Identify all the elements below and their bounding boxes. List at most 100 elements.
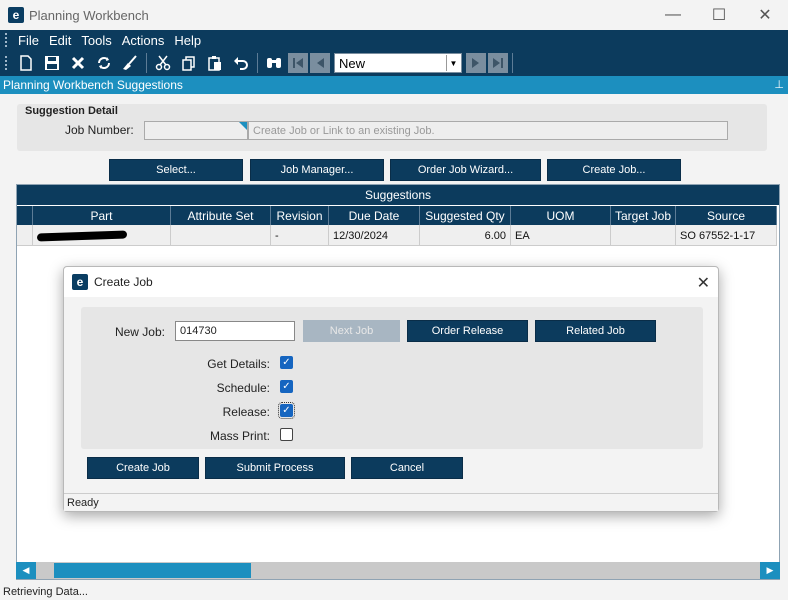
submit-process-button[interactable]: Submit Process bbox=[205, 457, 345, 479]
horizontal-scrollbar[interactable]: ◀ ▶ bbox=[16, 562, 780, 579]
menu-actions[interactable]: Actions bbox=[117, 33, 170, 48]
menu-bar: File Edit Tools Actions Help bbox=[0, 30, 788, 50]
job-manager-button[interactable]: Job Manager... bbox=[250, 159, 384, 181]
dialog-body: New Job: 014730 Next Job Order Release R… bbox=[64, 297, 718, 493]
maximize-button[interactable]: ☐ bbox=[696, 0, 742, 30]
cell-uom[interactable]: EA bbox=[511, 225, 611, 246]
get-details-checkbox[interactable]: ✓ bbox=[280, 356, 293, 369]
new-job-label: New Job: bbox=[114, 325, 165, 339]
column-header-target-job[interactable]: Target Job bbox=[611, 206, 676, 225]
cell-due-date[interactable]: 12/30/2024 bbox=[329, 225, 420, 246]
grid-header: Part Attribute Set Revision Due Date Sug… bbox=[17, 206, 777, 225]
dialog-status-text: Ready bbox=[67, 496, 99, 509]
panel-caption: Planning Workbench Suggestions ⊥ bbox=[0, 76, 788, 94]
close-button[interactable]: ✕ bbox=[742, 0, 788, 30]
job-number-input[interactable] bbox=[144, 121, 248, 140]
panel-caption-text: Planning Workbench Suggestions bbox=[3, 78, 183, 92]
record-select-value: New bbox=[339, 55, 366, 71]
delete-icon[interactable] bbox=[67, 52, 89, 74]
refresh-icon[interactable] bbox=[93, 52, 115, 74]
related-job-button[interactable]: Related Job bbox=[535, 320, 656, 342]
cell-suggested-qty[interactable]: 6.00 bbox=[420, 225, 511, 246]
record-select[interactable]: New ▼ bbox=[334, 53, 462, 73]
minimize-button[interactable]: — bbox=[650, 0, 696, 30]
title-bar: e Planning Workbench — ☐ ✕ bbox=[0, 0, 788, 30]
toolbar-separator bbox=[512, 53, 513, 73]
new-icon[interactable] bbox=[15, 52, 37, 74]
cell-revision[interactable]: - bbox=[271, 225, 329, 246]
dialog-status-bar: Ready bbox=[64, 493, 718, 511]
column-header-revision[interactable]: Revision bbox=[271, 206, 329, 225]
undo-icon[interactable] bbox=[230, 52, 252, 74]
redacted-part bbox=[36, 229, 128, 242]
next-record-icon[interactable] bbox=[466, 53, 486, 73]
status-bar: Retrieving Data... bbox=[0, 584, 788, 600]
new-job-input[interactable]: 014730 bbox=[175, 321, 295, 341]
release-checkbox[interactable]: ✓ bbox=[278, 402, 295, 419]
cell-target-job[interactable] bbox=[611, 225, 676, 246]
mass-print-checkbox[interactable] bbox=[280, 428, 293, 441]
cancel-button[interactable]: Cancel bbox=[351, 457, 463, 479]
pin-icon[interactable]: ⊥ bbox=[774, 78, 784, 91]
toolbar-grip bbox=[5, 56, 9, 70]
menu-help[interactable]: Help bbox=[169, 33, 206, 48]
select-button[interactable]: Select... bbox=[109, 159, 243, 181]
table-row[interactable]: - 12/30/2024 6.00 EA SO 67552-1-17 bbox=[17, 225, 777, 246]
chevron-down-icon[interactable]: ▼ bbox=[446, 55, 460, 71]
order-release-button[interactable]: Order Release bbox=[407, 320, 528, 342]
last-record-icon[interactable] bbox=[488, 53, 508, 73]
previous-record-icon[interactable] bbox=[310, 53, 330, 73]
suggestion-detail-group: Suggestion Detail Job Number: Create Job… bbox=[17, 104, 767, 151]
toolbar-separator bbox=[257, 53, 258, 73]
create-job-button[interactable]: Create Job... bbox=[547, 159, 681, 181]
search-icon[interactable] bbox=[263, 52, 285, 74]
scroll-right-icon[interactable]: ▶ bbox=[760, 562, 780, 579]
scroll-left-icon[interactable]: ◀ bbox=[16, 562, 36, 579]
column-header-uom[interactable]: UOM bbox=[511, 206, 611, 225]
menu-file[interactable]: File bbox=[13, 33, 44, 48]
suggestion-detail-heading: Suggestion Detail bbox=[25, 105, 118, 117]
column-header-source[interactable]: Source bbox=[676, 206, 777, 225]
dialog-title-bar: e Create Job ✕ bbox=[64, 267, 718, 297]
create-job-dialog: e Create Job ✕ New Job: 014730 Next Job … bbox=[63, 266, 719, 512]
order-job-wizard-button[interactable]: Order Job Wizard... bbox=[390, 159, 541, 181]
get-details-label: Get Details: bbox=[207, 357, 270, 371]
schedule-checkbox[interactable]: ✓ bbox=[280, 380, 293, 393]
cell-part[interactable] bbox=[33, 225, 171, 246]
mass-print-label: Mass Print: bbox=[209, 429, 270, 443]
status-text: Retrieving Data... bbox=[3, 586, 88, 598]
scrollbar-thumb[interactable] bbox=[54, 563, 251, 578]
dialog-close-icon[interactable]: ✕ bbox=[697, 273, 710, 293]
menu-edit[interactable]: Edit bbox=[44, 33, 76, 48]
job-link-field[interactable]: Create Job or Link to an existing Job. bbox=[248, 121, 728, 140]
column-header-due-date[interactable]: Due Date bbox=[329, 206, 420, 225]
column-header-part[interactable]: Part bbox=[33, 206, 171, 225]
release-label: Release: bbox=[222, 405, 270, 419]
window-title: Planning Workbench bbox=[29, 7, 149, 23]
grid-title: Suggestions bbox=[17, 185, 779, 205]
column-header-suggested-qty[interactable]: Suggested Qty bbox=[420, 206, 511, 225]
app-logo-icon: e bbox=[8, 7, 24, 23]
required-marker bbox=[239, 122, 247, 130]
copy-icon[interactable] bbox=[178, 52, 200, 74]
dialog-options-group: New Job: 014730 Next Job Order Release R… bbox=[81, 307, 703, 449]
column-header-attribute-set[interactable]: Attribute Set bbox=[171, 206, 271, 225]
cell-attribute-set[interactable] bbox=[171, 225, 271, 246]
row-selector-header bbox=[17, 206, 33, 225]
save-icon[interactable] bbox=[41, 52, 63, 74]
row-selector[interactable] bbox=[17, 225, 33, 246]
first-record-icon[interactable] bbox=[288, 53, 308, 73]
cut-icon[interactable] bbox=[152, 52, 174, 74]
next-job-button[interactable]: Next Job bbox=[303, 320, 400, 342]
clear-icon[interactable] bbox=[119, 52, 141, 74]
dialog-title: Create Job bbox=[94, 275, 153, 289]
app-logo-icon: e bbox=[72, 274, 88, 290]
menu-grip bbox=[5, 33, 9, 47]
schedule-label: Schedule: bbox=[216, 381, 270, 395]
menu-tools[interactable]: Tools bbox=[76, 33, 116, 48]
dialog-create-job-button[interactable]: Create Job bbox=[87, 457, 199, 479]
toolbar: New ▼ bbox=[0, 50, 788, 76]
paste-icon[interactable] bbox=[204, 52, 226, 74]
cell-source[interactable]: SO 67552-1-17 bbox=[676, 225, 777, 246]
toolbar-separator bbox=[146, 53, 147, 73]
